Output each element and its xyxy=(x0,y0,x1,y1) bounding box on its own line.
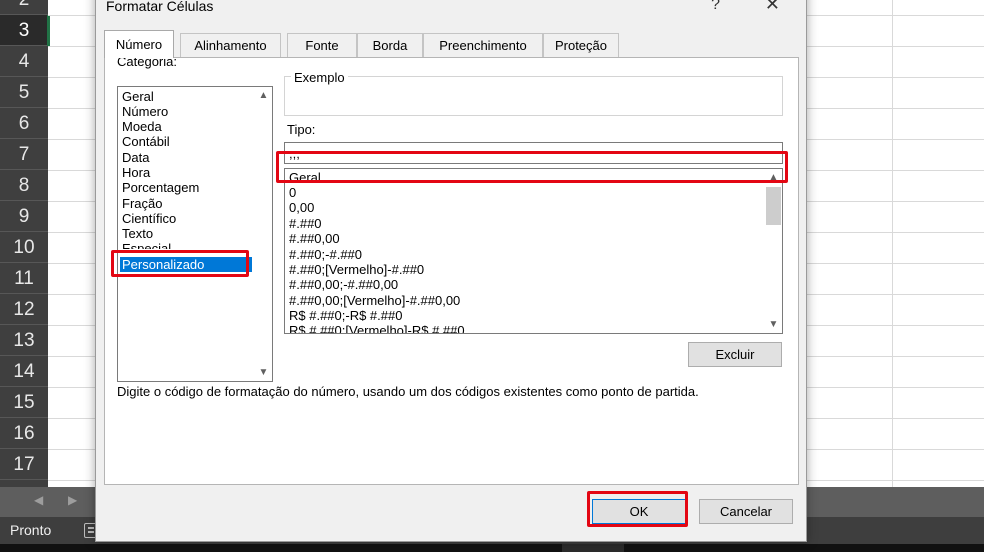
category-scrollbar[interactable]: ▲ ▼ xyxy=(255,87,272,381)
row-header-5[interactable]: 5 xyxy=(0,77,48,108)
format-code-item[interactable]: #.##0;-#.##0 xyxy=(289,247,362,262)
row-header-6[interactable]: 6 xyxy=(0,108,48,139)
delete-button[interactable]: Excluir xyxy=(688,342,782,367)
row-header-2[interactable]: 2 xyxy=(0,0,48,15)
format-code-list[interactable]: Geral 0 0,00 #.##0 #.##0,00 #.##0;-#.##0… xyxy=(284,168,783,334)
sheet-next-icon[interactable]: ▶ xyxy=(68,493,77,507)
category-item[interactable]: Fração xyxy=(122,196,162,211)
scroll-up-icon[interactable]: ▲ xyxy=(255,87,272,104)
row-header-10[interactable]: 10 xyxy=(0,232,48,263)
format-code-item[interactable]: 0 xyxy=(289,185,296,200)
row-header-9[interactable]: 9 xyxy=(0,201,48,232)
format-code-item[interactable]: R$ #.##0;[Vermelho]-R$ #.##0 xyxy=(289,323,465,333)
category-item[interactable]: Porcentagem xyxy=(122,180,199,195)
category-item[interactable]: Número xyxy=(122,104,168,119)
cancel-button[interactable]: Cancelar xyxy=(699,499,793,524)
category-item[interactable]: Texto xyxy=(122,226,153,241)
category-item[interactable]: Geral xyxy=(122,89,154,104)
grid-line xyxy=(892,0,893,487)
row-header-14[interactable]: 14 xyxy=(0,356,48,387)
category-item[interactable]: Científico xyxy=(122,211,176,226)
format-code-item[interactable]: #.##0,00;-#.##0,00 xyxy=(289,277,398,292)
dialog-title: Formatar Células xyxy=(106,0,214,14)
tab-fonte[interactable]: Fonte xyxy=(287,33,357,57)
category-item[interactable]: Contábil xyxy=(122,134,170,149)
status-text: Pronto xyxy=(10,522,52,538)
close-button[interactable]: ✕ xyxy=(765,0,780,15)
taskbar-item xyxy=(562,544,624,552)
category-item[interactable]: Especial xyxy=(122,241,171,249)
example-group xyxy=(284,76,783,116)
highlight-ok-button xyxy=(587,491,688,527)
scroll-thumb[interactable] xyxy=(766,187,781,225)
format-code-item[interactable]: #.##0 xyxy=(289,216,322,231)
description-text: Digite o código de formatação do número,… xyxy=(117,384,699,399)
tab-alinhamento[interactable]: Alinhamento xyxy=(180,33,281,57)
highlight-personalizado xyxy=(111,250,249,277)
format-code-item[interactable]: #.##0;[Vermelho]-#.##0 xyxy=(289,262,424,277)
taskbar xyxy=(0,544,984,552)
format-code-item[interactable]: #.##0,00 xyxy=(289,231,340,246)
sheet-prev-icon[interactable]: ◀ xyxy=(34,493,43,507)
category-item[interactable]: Moeda xyxy=(122,119,162,134)
row-header-3[interactable]: 3 xyxy=(0,15,48,46)
format-code-item[interactable]: R$ #.##0;-R$ #.##0 xyxy=(289,308,402,323)
category-item[interactable]: Data xyxy=(122,150,149,165)
scroll-down-icon[interactable]: ▼ xyxy=(765,316,782,333)
example-label: Exemplo xyxy=(291,70,348,85)
active-cell-indicator xyxy=(47,15,50,46)
row-header-11[interactable]: 11 xyxy=(0,263,48,294)
tab-protecao[interactable]: Proteção xyxy=(543,33,619,57)
row-header-7[interactable]: 7 xyxy=(0,139,48,170)
tab-borda[interactable]: Borda xyxy=(357,33,423,57)
row-header-13[interactable]: 13 xyxy=(0,325,48,356)
help-button[interactable]: ? xyxy=(711,0,720,14)
format-code-item[interactable]: #.##0,00;[Vermelho]-#.##0,00 xyxy=(289,293,460,308)
tab-preenchimento[interactable]: Preenchimento xyxy=(423,33,543,57)
category-list[interactable]: Geral Número Moeda Contábil Data Hora Po… xyxy=(117,86,273,382)
type-label: Tipo: xyxy=(287,122,316,137)
row-header-17[interactable]: 17 xyxy=(0,449,48,480)
scroll-down-icon[interactable]: ▼ xyxy=(255,364,272,381)
format-code-item[interactable]: 0,00 xyxy=(289,200,314,215)
row-header-16[interactable]: 16 xyxy=(0,418,48,449)
row-header-15[interactable]: 15 xyxy=(0,387,48,418)
row-headers: 2 3 4 5 6 7 8 9 10 11 12 13 14 15 16 17 xyxy=(0,0,48,487)
highlight-type-input xyxy=(276,151,788,183)
category-item[interactable]: Hora xyxy=(122,165,150,180)
format-code-scrollbar[interactable]: ▲ ▼ xyxy=(765,169,782,333)
tab-numero[interactable]: Número xyxy=(104,30,174,58)
row-header-12[interactable]: 12 xyxy=(0,294,48,325)
row-header-4[interactable]: 4 xyxy=(0,46,48,77)
row-header-8[interactable]: 8 xyxy=(0,170,48,201)
